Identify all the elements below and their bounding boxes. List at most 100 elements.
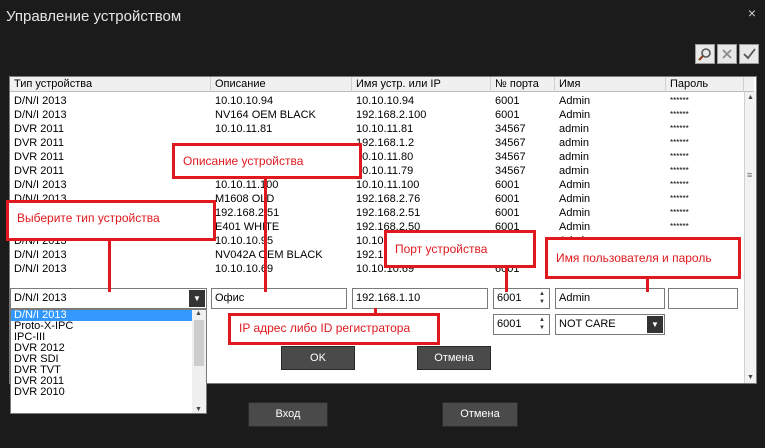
- table-row[interactable]: D/N/I 2013 10.10.11.100 10.10.11.100 6001 Ad…: [10, 178, 744, 192]
- table-cell: 10.10.11.79: [356, 165, 414, 177]
- chevron-down-icon[interactable]: ▼: [189, 290, 205, 307]
- dropdown-scrollbar[interactable]: ▲ ▼: [192, 310, 206, 413]
- table-cell: 10.10.10.95: [215, 235, 274, 247]
- scroll-down-icon[interactable]: ▼: [195, 406, 202, 413]
- table-cell: ******: [670, 152, 689, 161]
- table-cell: ******: [670, 180, 689, 189]
- table-cell: ******: [670, 166, 689, 175]
- table-cell: DVR 2011: [14, 123, 64, 135]
- check-icon[interactable]: [739, 44, 759, 64]
- column-header[interactable]: Тип устройства: [10, 77, 211, 92]
- table-header: Тип устройства Описание Имя устр. или IP…: [10, 77, 754, 92]
- table-cell: 10.10.11.81: [215, 123, 273, 135]
- protocol-suffix-label: IF: [460, 319, 470, 331]
- table-cell: 192.168.1.2: [356, 137, 415, 149]
- callout-description: Описание устройства: [172, 143, 362, 179]
- table-cell: 192.168.2.51: [356, 207, 421, 219]
- table-row[interactable]: DVR 2011 192.168.1.2 34567 admin ******: [10, 136, 744, 150]
- table-cell: admin: [559, 123, 589, 135]
- spin-arrows-icon[interactable]: ▲ ▼: [536, 290, 548, 307]
- cancel-button[interactable]: Отмена: [442, 402, 518, 427]
- table-cell: 34567: [495, 123, 526, 135]
- table-cell: 10.10.11.100: [356, 179, 420, 191]
- password-input[interactable]: [668, 288, 738, 309]
- table-cell: NV164 OEM BLACK: [215, 109, 316, 121]
- table-scrollbar[interactable]: ▲ ≡ ▼: [744, 92, 756, 383]
- column-header[interactable]: Имя устр. или IP: [352, 77, 491, 92]
- table-row[interactable]: DVR 2011 10.10.11.79 34567 admin ******: [10, 164, 744, 178]
- scroll-up-icon[interactable]: ▲: [195, 310, 202, 317]
- second-port-value: 6001: [497, 318, 522, 330]
- callout-connector: [108, 240, 111, 292]
- editor-cancel-button[interactable]: Отмена: [417, 346, 491, 370]
- table-row[interactable]: DVR 2011 10.10.11.80 34567 admin ******: [10, 150, 744, 164]
- not-care-value: NOT CARE: [559, 318, 616, 330]
- table-cell: 10.10.11.80: [356, 151, 414, 163]
- window-title: Управление устройством: [6, 8, 182, 25]
- scroll-down-icon[interactable]: ▼: [747, 374, 754, 381]
- table-cell: D/N/I 2013: [14, 95, 67, 107]
- cancel-x-icon[interactable]: [717, 44, 737, 64]
- table-cell: 34567: [495, 137, 526, 149]
- table-cell: admin: [559, 165, 589, 177]
- not-care-select[interactable]: NOT CARE ▼: [555, 314, 665, 335]
- table-cell: ******: [670, 222, 689, 231]
- device-type-dropdown: D/N/I 2013 Proto-X-IPC IPC-III DVR 2012 DVR …: [10, 309, 207, 414]
- table-cell: M1608 OLD: [215, 193, 275, 205]
- table-cell: 6001: [495, 207, 520, 219]
- table-row[interactable]: D/N/I 2013 NV164 OEM BLACK 192.168.2.100 60…: [10, 108, 744, 122]
- column-header[interactable]: Описание: [211, 77, 352, 92]
- table-cell: 6001: [495, 95, 520, 107]
- table-cell: ******: [670, 96, 689, 105]
- table-cell: D/N/I 2013: [14, 179, 67, 191]
- table-cell: 34567: [495, 151, 526, 163]
- description-input[interactable]: Офис: [211, 288, 347, 309]
- title-bar: Управление устройством ×: [0, 0, 765, 34]
- table-row[interactable]: DVR 2011 10.10.11.81 10.10.11.81 34567 admin…: [10, 122, 744, 136]
- table-cell: Admin: [559, 207, 591, 219]
- table-cell: 6001: [495, 109, 520, 121]
- table-cell: 6001: [495, 193, 520, 205]
- table-cell: Admin: [559, 109, 591, 121]
- table-cell: 192.168.2.100: [356, 109, 427, 121]
- table-row[interactable]: D/N/I 2013 10.10.10.94 10.10.10.94 6001 Admi…: [10, 94, 744, 108]
- toolbar: [695, 44, 759, 66]
- table-cell: 10.10.11.100: [215, 179, 279, 191]
- callout-device-type: Выберите тип устройства: [6, 200, 216, 241]
- callout-port: Порт устройства: [384, 230, 536, 268]
- scroll-thumb[interactable]: [194, 320, 204, 366]
- table-cell: admin: [559, 151, 589, 163]
- login-button[interactable]: Вход: [248, 402, 328, 427]
- callout-connector: [646, 278, 649, 292]
- table-cell: NV042A OEM BLACK: [215, 249, 323, 261]
- table-cell: Admin: [559, 95, 591, 107]
- dropdown-option[interactable]: DVR 2010: [11, 387, 206, 398]
- column-header[interactable]: № порта: [491, 77, 555, 92]
- table-cell: ******: [670, 124, 689, 133]
- column-header[interactable]: Имя: [555, 77, 666, 92]
- table-cell: 6001: [495, 179, 520, 191]
- callout-ip: IP адрес либо ID регистратора: [228, 313, 440, 345]
- spin-arrows-icon[interactable]: ▲ ▼: [536, 316, 548, 333]
- port-stepper[interactable]: 6001 ▲ ▼: [493, 288, 550, 309]
- close-icon[interactable]: ×: [745, 6, 759, 20]
- table-cell: 10.10.10.94: [215, 95, 274, 107]
- second-port-stepper[interactable]: 6001 ▲ ▼: [493, 314, 550, 335]
- ip-input[interactable]: 192.168.1.10: [352, 288, 488, 309]
- table-cell: admin: [559, 137, 589, 149]
- port-value: 6001: [497, 292, 522, 304]
- username-value: Admin: [559, 292, 591, 304]
- scroll-up-icon[interactable]: ▲: [747, 94, 754, 101]
- callout-connector: [264, 178, 267, 292]
- ok-button[interactable]: OK: [281, 346, 355, 370]
- column-header[interactable]: Пароль: [666, 77, 744, 92]
- description-value: Офис: [215, 292, 245, 304]
- callout-username-password: Имя пользователя и пароль: [545, 237, 741, 279]
- table-cell: D/N/I 2013: [14, 109, 67, 121]
- chevron-down-icon[interactable]: ▼: [647, 316, 663, 333]
- table-cell: 10.10.11.81: [356, 123, 414, 135]
- table-cell: ******: [670, 208, 689, 217]
- scroll-grip-icon[interactable]: ≡: [747, 170, 752, 180]
- device-type-list: D/N/I 2013 Proto-X-IPC IPC-III DVR 2012 DVR …: [11, 310, 206, 398]
- magnifier-icon[interactable]: [695, 44, 715, 64]
